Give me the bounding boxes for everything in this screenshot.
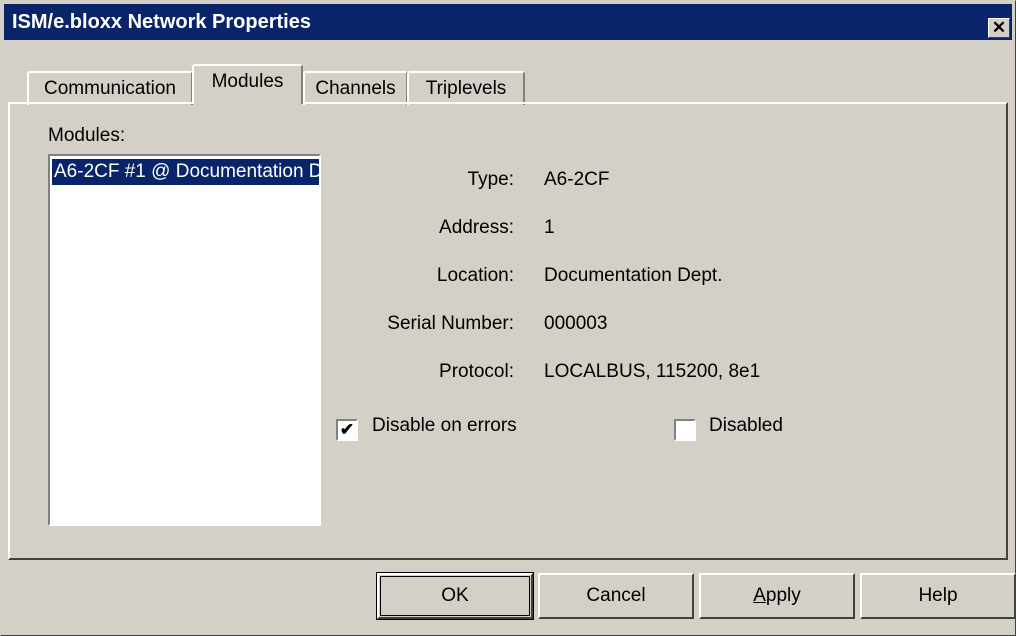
- ok-button-label: OK: [441, 585, 469, 606]
- close-icon: ✕: [991, 18, 1007, 37]
- tab-triplevels[interactable]: Triplevels: [407, 71, 525, 105]
- modules-listbox[interactable]: A6-2CF #1 @ Documentation Dept.: [48, 154, 321, 526]
- modules-list-label: Modules:: [48, 125, 126, 146]
- window-title: ISM/e.bloxx Network Properties: [12, 11, 311, 33]
- location-value: Documentation Dept.: [544, 265, 723, 286]
- location-label: Location:: [436, 265, 514, 286]
- apply-button-label: pply: [765, 585, 801, 606]
- tab-channels[interactable]: Channels: [303, 71, 408, 105]
- tab-communication[interactable]: Communication: [27, 71, 193, 105]
- tab-modules[interactable]: Modules: [192, 64, 303, 104]
- tab-modules-label: Modules: [211, 71, 284, 92]
- disable-on-errors-checkbox[interactable]: ✔: [336, 419, 358, 441]
- title-bar[interactable]: ISM/e.bloxx Network Properties ✕: [4, 4, 1012, 40]
- help-button[interactable]: Help: [860, 573, 1016, 619]
- ok-button[interactable]: OK: [376, 572, 534, 620]
- address-label: Address:: [439, 217, 514, 238]
- cancel-button-label: Cancel: [586, 585, 646, 606]
- apply-button[interactable]: Apply: [699, 573, 855, 619]
- disabled-label[interactable]: Disabled: [709, 415, 783, 437]
- protocol-label: Protocol:: [439, 361, 514, 382]
- list-item[interactable]: A6-2CF #1 @ Documentation Dept.: [52, 159, 319, 185]
- type-value: A6-2CF: [544, 169, 610, 190]
- disabled-checkbox[interactable]: [674, 419, 696, 441]
- help-button-label: Help: [918, 585, 958, 606]
- tab-communication-label: Communication: [44, 78, 176, 99]
- disable-on-errors-label[interactable]: Disable on errors: [372, 415, 517, 437]
- serial-number-label: Serial Number:: [387, 313, 514, 334]
- apply-button-mnemonic: A: [753, 585, 766, 606]
- properties-dialog: ISM/e.bloxx Network Properties ✕ Communi…: [0, 0, 1016, 636]
- protocol-value: LOCALBUS, 115200, 8e1: [544, 361, 761, 382]
- tab-channels-label: Channels: [315, 78, 396, 99]
- address-value: 1: [544, 217, 555, 238]
- cancel-button[interactable]: Cancel: [538, 573, 694, 619]
- type-label: Type:: [467, 169, 514, 190]
- serial-number-value: 000003: [544, 313, 608, 334]
- checkmark-icon: ✔: [339, 420, 355, 439]
- tab-triplevels-label: Triplevels: [425, 78, 507, 99]
- close-button[interactable]: ✕: [988, 18, 1010, 38]
